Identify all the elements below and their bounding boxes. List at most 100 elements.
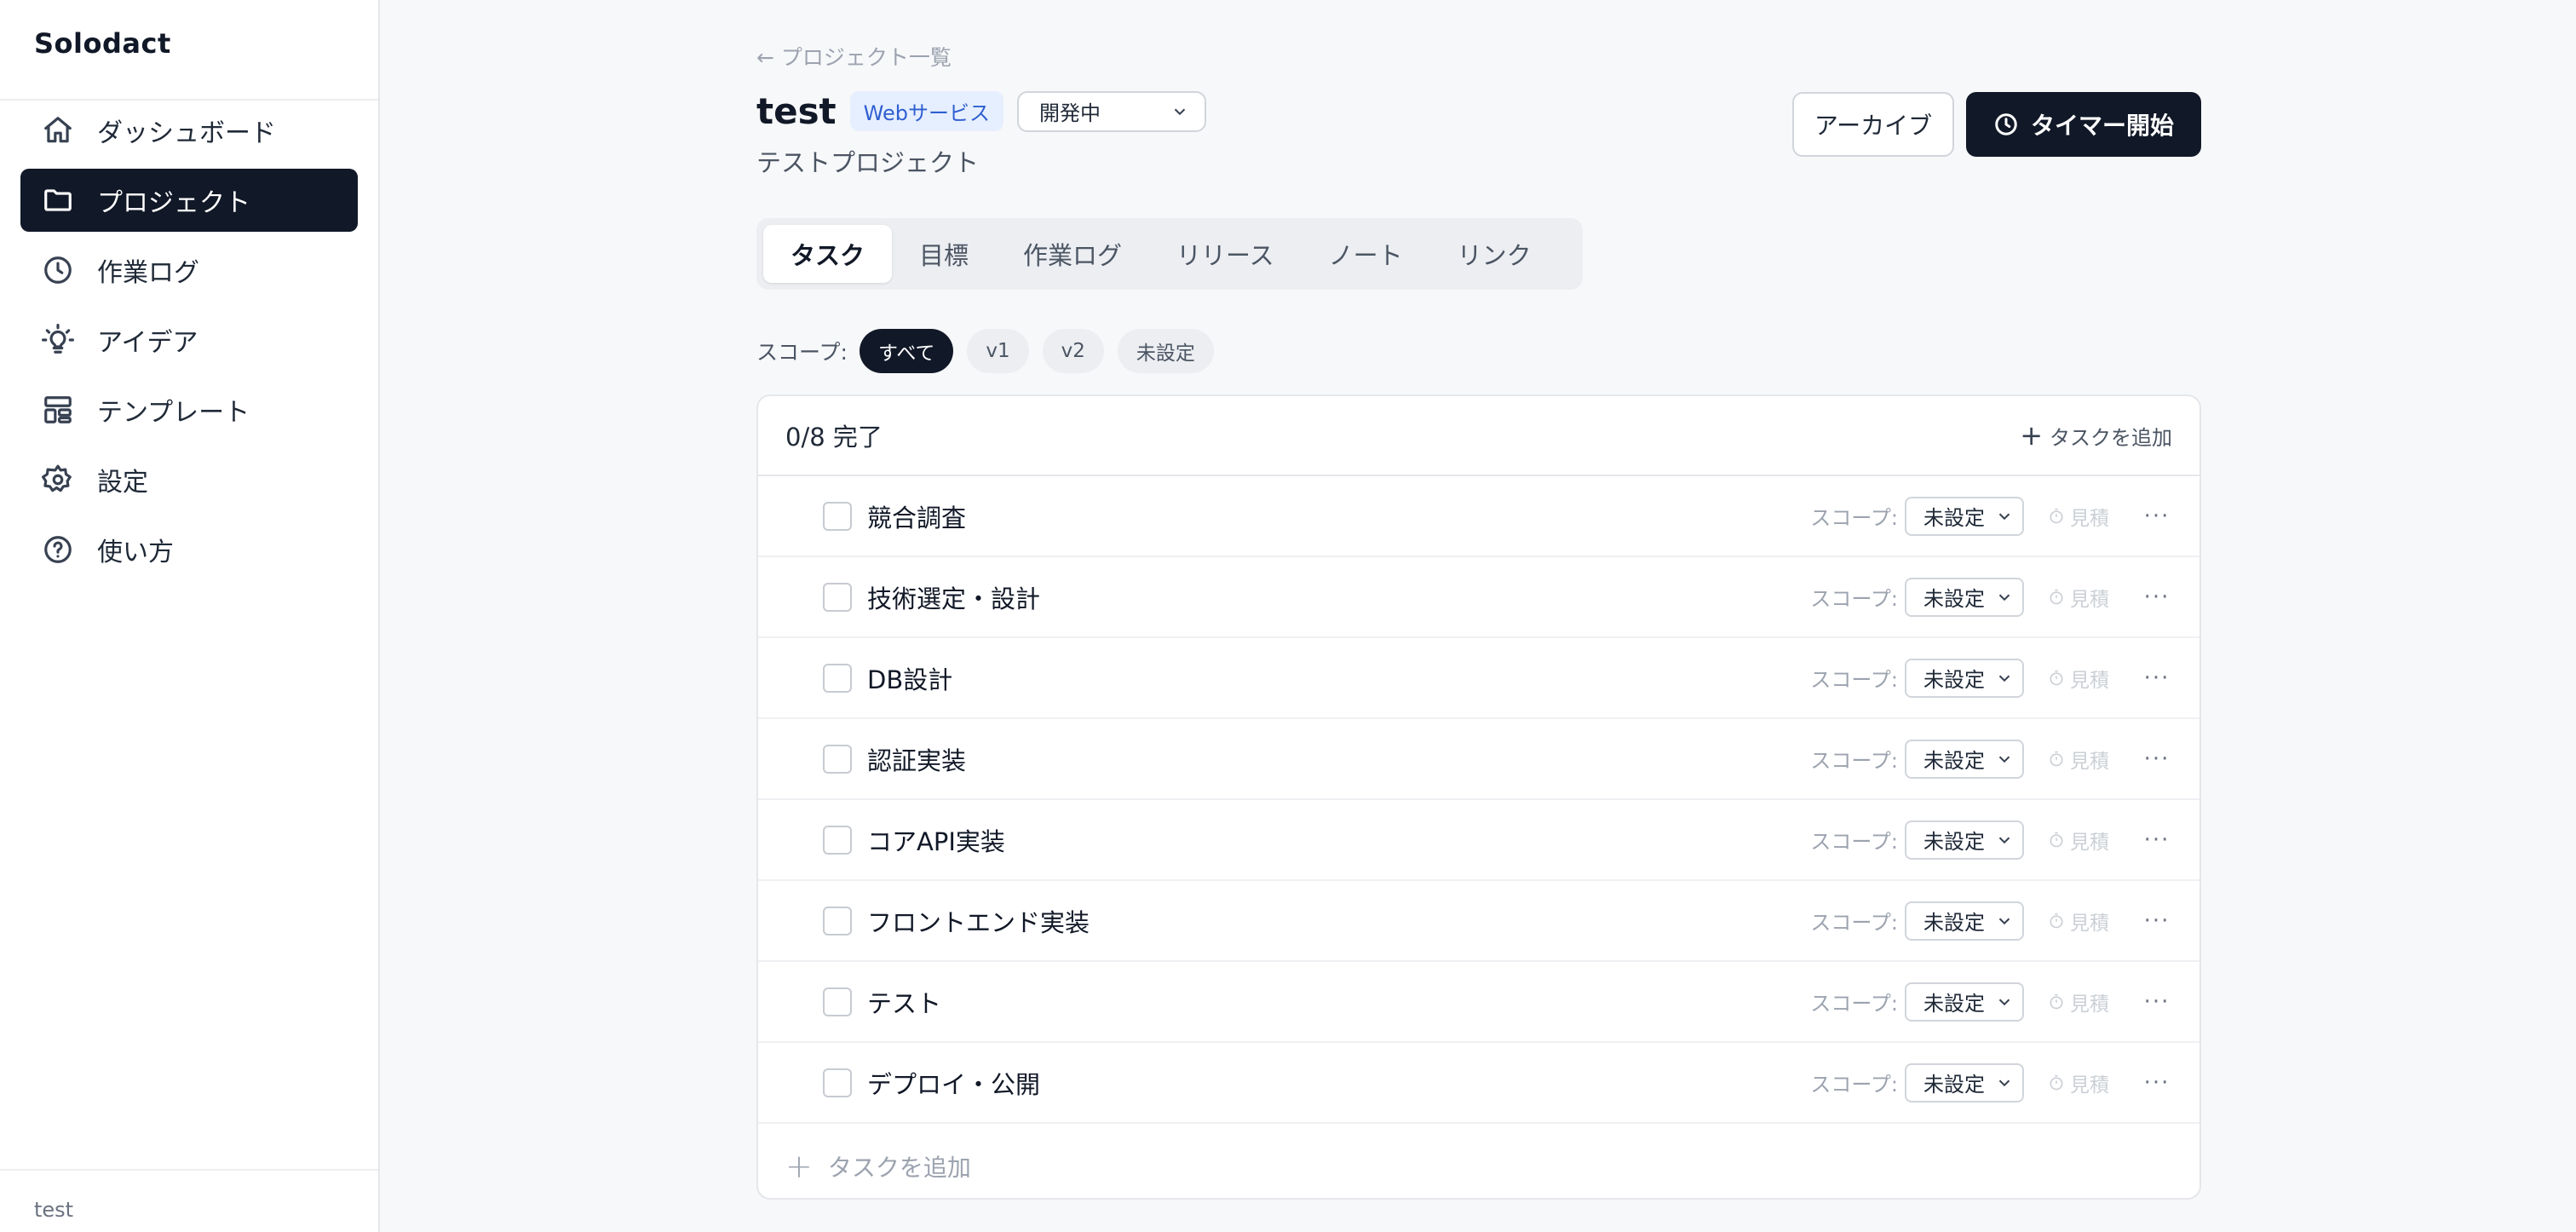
timer-icon	[2048, 589, 2065, 606]
sidebar-footer-user: test	[0, 1169, 378, 1232]
archive-button[interactable]: アーカイブ	[1792, 92, 1954, 157]
sidebar-item-worklog[interactable]: 作業ログ	[20, 239, 358, 302]
task-name[interactable]: DB設計	[867, 660, 1810, 696]
task-row[interactable]: 技術選定・設計 スコープ: 未設定 見積 ···	[758, 557, 2199, 638]
scope-chip-v2[interactable]: v2	[1042, 329, 1104, 373]
sidebar-item-settings[interactable]: 設定	[20, 448, 358, 511]
task-checkbox[interactable]	[823, 663, 852, 693]
home-icon	[41, 113, 75, 147]
tab-worklog[interactable]: 作業ログ	[996, 225, 1149, 283]
more-options-icon[interactable]: ···	[2142, 1070, 2172, 1096]
task-estimate[interactable]: 見積	[2048, 826, 2109, 855]
tab-releases[interactable]: リリース	[1149, 225, 1302, 283]
task-scope-label: スコープ:	[1810, 911, 1898, 935]
sidebar-item-projects[interactable]: プロジェクト	[20, 169, 358, 232]
task-estimate[interactable]: 見積	[2048, 583, 2109, 612]
task-name[interactable]: コアAPI実装	[867, 822, 1810, 858]
scope-chip-all[interactable]: すべて	[859, 329, 954, 373]
sidebar-item-label: プロジェクト	[97, 188, 250, 218]
sidebar-item-templates[interactable]: テンプレート	[20, 378, 358, 441]
task-name[interactable]: テスト	[867, 984, 1810, 1020]
task-scope-value: 未設定	[1923, 911, 1985, 935]
task-checkbox[interactable]	[823, 1068, 852, 1097]
task-scope-select[interactable]: 未設定	[1905, 739, 2024, 779]
task-estimate-label: 見積	[2070, 831, 2109, 854]
task-progress: 0/8 完了	[785, 423, 883, 452]
task-scope-select[interactable]: 未設定	[1905, 658, 2024, 698]
task-name[interactable]: デプロイ・公開	[867, 1065, 1810, 1101]
task-estimate[interactable]: 見積	[2048, 1068, 2109, 1097]
task-checkbox[interactable]	[823, 825, 852, 855]
tab-notes[interactable]: ノート	[1302, 225, 1430, 283]
task-scope-select[interactable]: 未設定	[1905, 496, 2024, 536]
task-scope-select[interactable]: 未設定	[1905, 577, 2024, 617]
task-estimate[interactable]: 見積	[2048, 664, 2109, 693]
more-options-icon[interactable]: ···	[2142, 746, 2172, 772]
task-scope-select[interactable]: 未設定	[1905, 901, 2024, 941]
more-options-icon[interactable]: ···	[2142, 908, 2172, 934]
task-estimate-label: 見積	[2070, 1074, 2109, 1097]
task-estimate-label: 見積	[2070, 912, 2109, 935]
sidebar-item-label: テンプレート	[97, 398, 250, 428]
start-timer-button[interactable]: タイマー開始	[1966, 92, 2201, 157]
project-status-select[interactable]: 開発中	[1016, 90, 1206, 132]
chevron-down-icon	[1995, 831, 2014, 849]
more-options-icon[interactable]: ···	[2142, 827, 2172, 853]
project-type-badge: Webサービス	[849, 91, 1003, 131]
scope-chip-v1[interactable]: v1	[967, 329, 1029, 373]
task-name[interactable]: 認証実装	[867, 741, 1810, 777]
add-task-bottom-button[interactable]: + タスクを追加	[758, 1124, 2199, 1198]
task-row[interactable]: DB設計 スコープ: 未設定 見積 ···	[758, 638, 2199, 719]
task-estimate[interactable]: 見積	[2048, 907, 2109, 936]
task-estimate[interactable]: 見積	[2048, 502, 2109, 531]
add-task-header-button[interactable]: + タスクを追加	[2020, 419, 2172, 452]
task-scope-select[interactable]: 未設定	[1905, 982, 2024, 1022]
task-name[interactable]: 技術選定・設計	[867, 579, 1810, 615]
task-checkbox[interactable]	[823, 582, 852, 612]
sidebar-item-help[interactable]: 使い方	[20, 518, 358, 581]
task-row[interactable]: 競合調査 スコープ: 未設定 見積 ···	[758, 476, 2199, 557]
task-estimate[interactable]: 見積	[2048, 745, 2109, 774]
task-name[interactable]: フロントエンド実装	[867, 903, 1810, 939]
timer-icon	[2048, 1074, 2065, 1091]
start-timer-label: タイマー開始	[2030, 112, 2174, 140]
task-row[interactable]: コアAPI実装 スコープ: 未設定 見積 ···	[758, 800, 2199, 881]
status-select-value: 開発中	[1038, 101, 1101, 125]
task-row[interactable]: フロントエンド実装 スコープ: 未設定 見積 ···	[758, 881, 2199, 962]
chevron-down-icon	[1995, 588, 2014, 607]
task-checkbox[interactable]	[823, 906, 852, 936]
scope-filter-label: スコープ:	[756, 340, 848, 365]
sidebar-item-label: 設定	[97, 468, 148, 498]
more-options-icon[interactable]: ···	[2142, 504, 2172, 529]
project-description: テストプロジェクト	[756, 148, 980, 177]
task-row[interactable]: デプロイ・公開 スコープ: 未設定 見積 ···	[758, 1043, 2199, 1124]
task-scope-select[interactable]: 未設定	[1905, 820, 2024, 860]
timer-icon	[2048, 670, 2065, 687]
sidebar-item-dashboard[interactable]: ダッシュボード	[20, 99, 358, 162]
task-scope-label: スコープ:	[1810, 749, 1898, 773]
task-checkbox[interactable]	[823, 744, 852, 774]
task-scope-select[interactable]: 未設定	[1905, 1062, 2024, 1102]
tab-tasks[interactable]: タスク	[763, 225, 893, 283]
task-row[interactable]: テスト スコープ: 未設定 見積 ···	[758, 962, 2199, 1043]
task-estimate[interactable]: 見積	[2048, 987, 2109, 1016]
sidebar-item-ideas[interactable]: アイデア	[20, 308, 358, 371]
tab-goals[interactable]: 目標	[892, 225, 996, 283]
task-checkbox[interactable]	[823, 501, 852, 531]
page-title: test	[756, 90, 837, 132]
chevron-down-icon	[1995, 912, 2014, 930]
title-row: test Webサービス 開発中	[756, 90, 1206, 132]
task-row[interactable]: 認証実装 スコープ: 未設定 見積 ···	[758, 719, 2199, 800]
more-options-icon[interactable]: ···	[2142, 665, 2172, 691]
more-options-icon[interactable]: ···	[2142, 584, 2172, 610]
back-to-projects-link[interactable]: ← プロジェクト一覧	[756, 41, 952, 72]
task-list-card: 0/8 完了 + タスクを追加 競合調査 スコープ: 未設定 見積 ··· 技術選定・設計…	[756, 394, 2201, 1200]
tab-links[interactable]: リンク	[1430, 225, 1559, 283]
sidebar: Solodact ダッシュボード プロジェクト 作業ログ アイデア テンプレート…	[0, 0, 380, 1232]
scope-chip-unset[interactable]: 未設定	[1117, 329, 1214, 373]
task-checkbox[interactable]	[823, 987, 852, 1016]
clock-icon	[41, 253, 75, 287]
more-options-icon[interactable]: ···	[2142, 989, 2172, 1015]
task-name[interactable]: 競合調査	[867, 498, 1810, 534]
timer-icon	[2048, 508, 2065, 525]
